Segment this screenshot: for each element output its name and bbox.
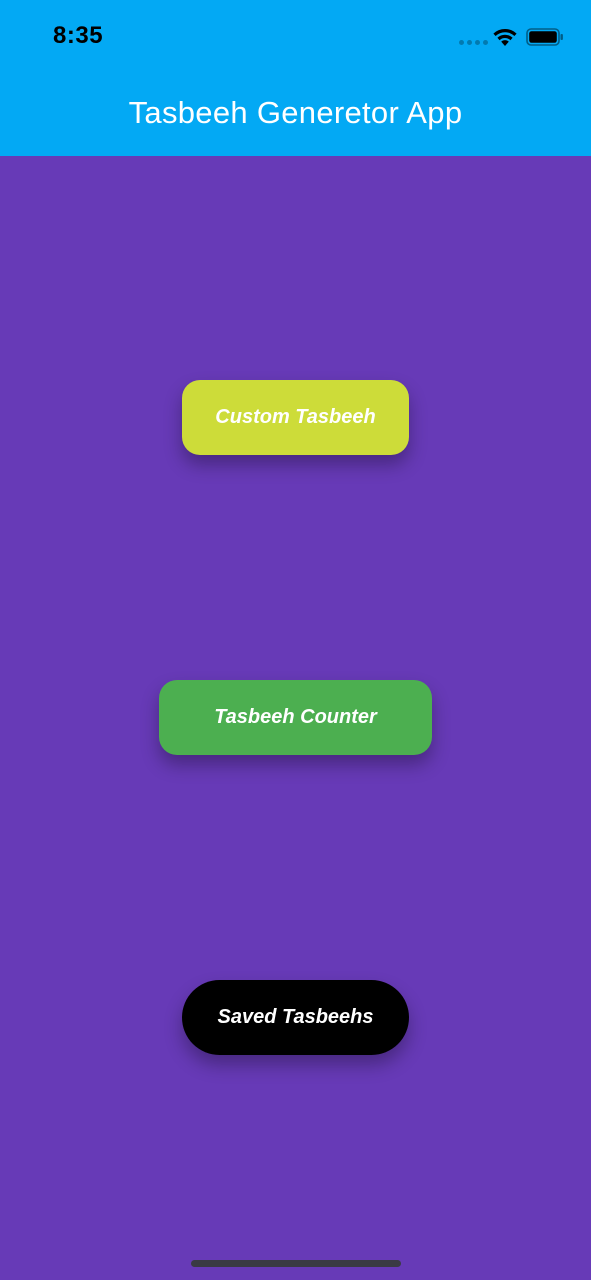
signal-dots-icon	[459, 40, 488, 45]
status-time: 8:35	[53, 22, 104, 49]
app-title: Tasbeeh Generetor App	[128, 95, 463, 130]
home-indicator	[191, 1260, 401, 1267]
battery-icon	[526, 28, 563, 46]
app-bar: 8:35 Tasbeeh Generetor App	[0, 0, 591, 156]
main-body: Custom Tasbeeh Tasbeeh Counter Saved Tas…	[0, 156, 591, 1280]
saved-tasbeehs-button[interactable]: Saved Tasbeehs	[182, 980, 409, 1055]
wifi-icon	[493, 28, 517, 46]
custom-tasbeeh-button[interactable]: Custom Tasbeeh	[182, 380, 409, 455]
tasbeeh-counter-button[interactable]: Tasbeeh Counter	[159, 680, 432, 755]
